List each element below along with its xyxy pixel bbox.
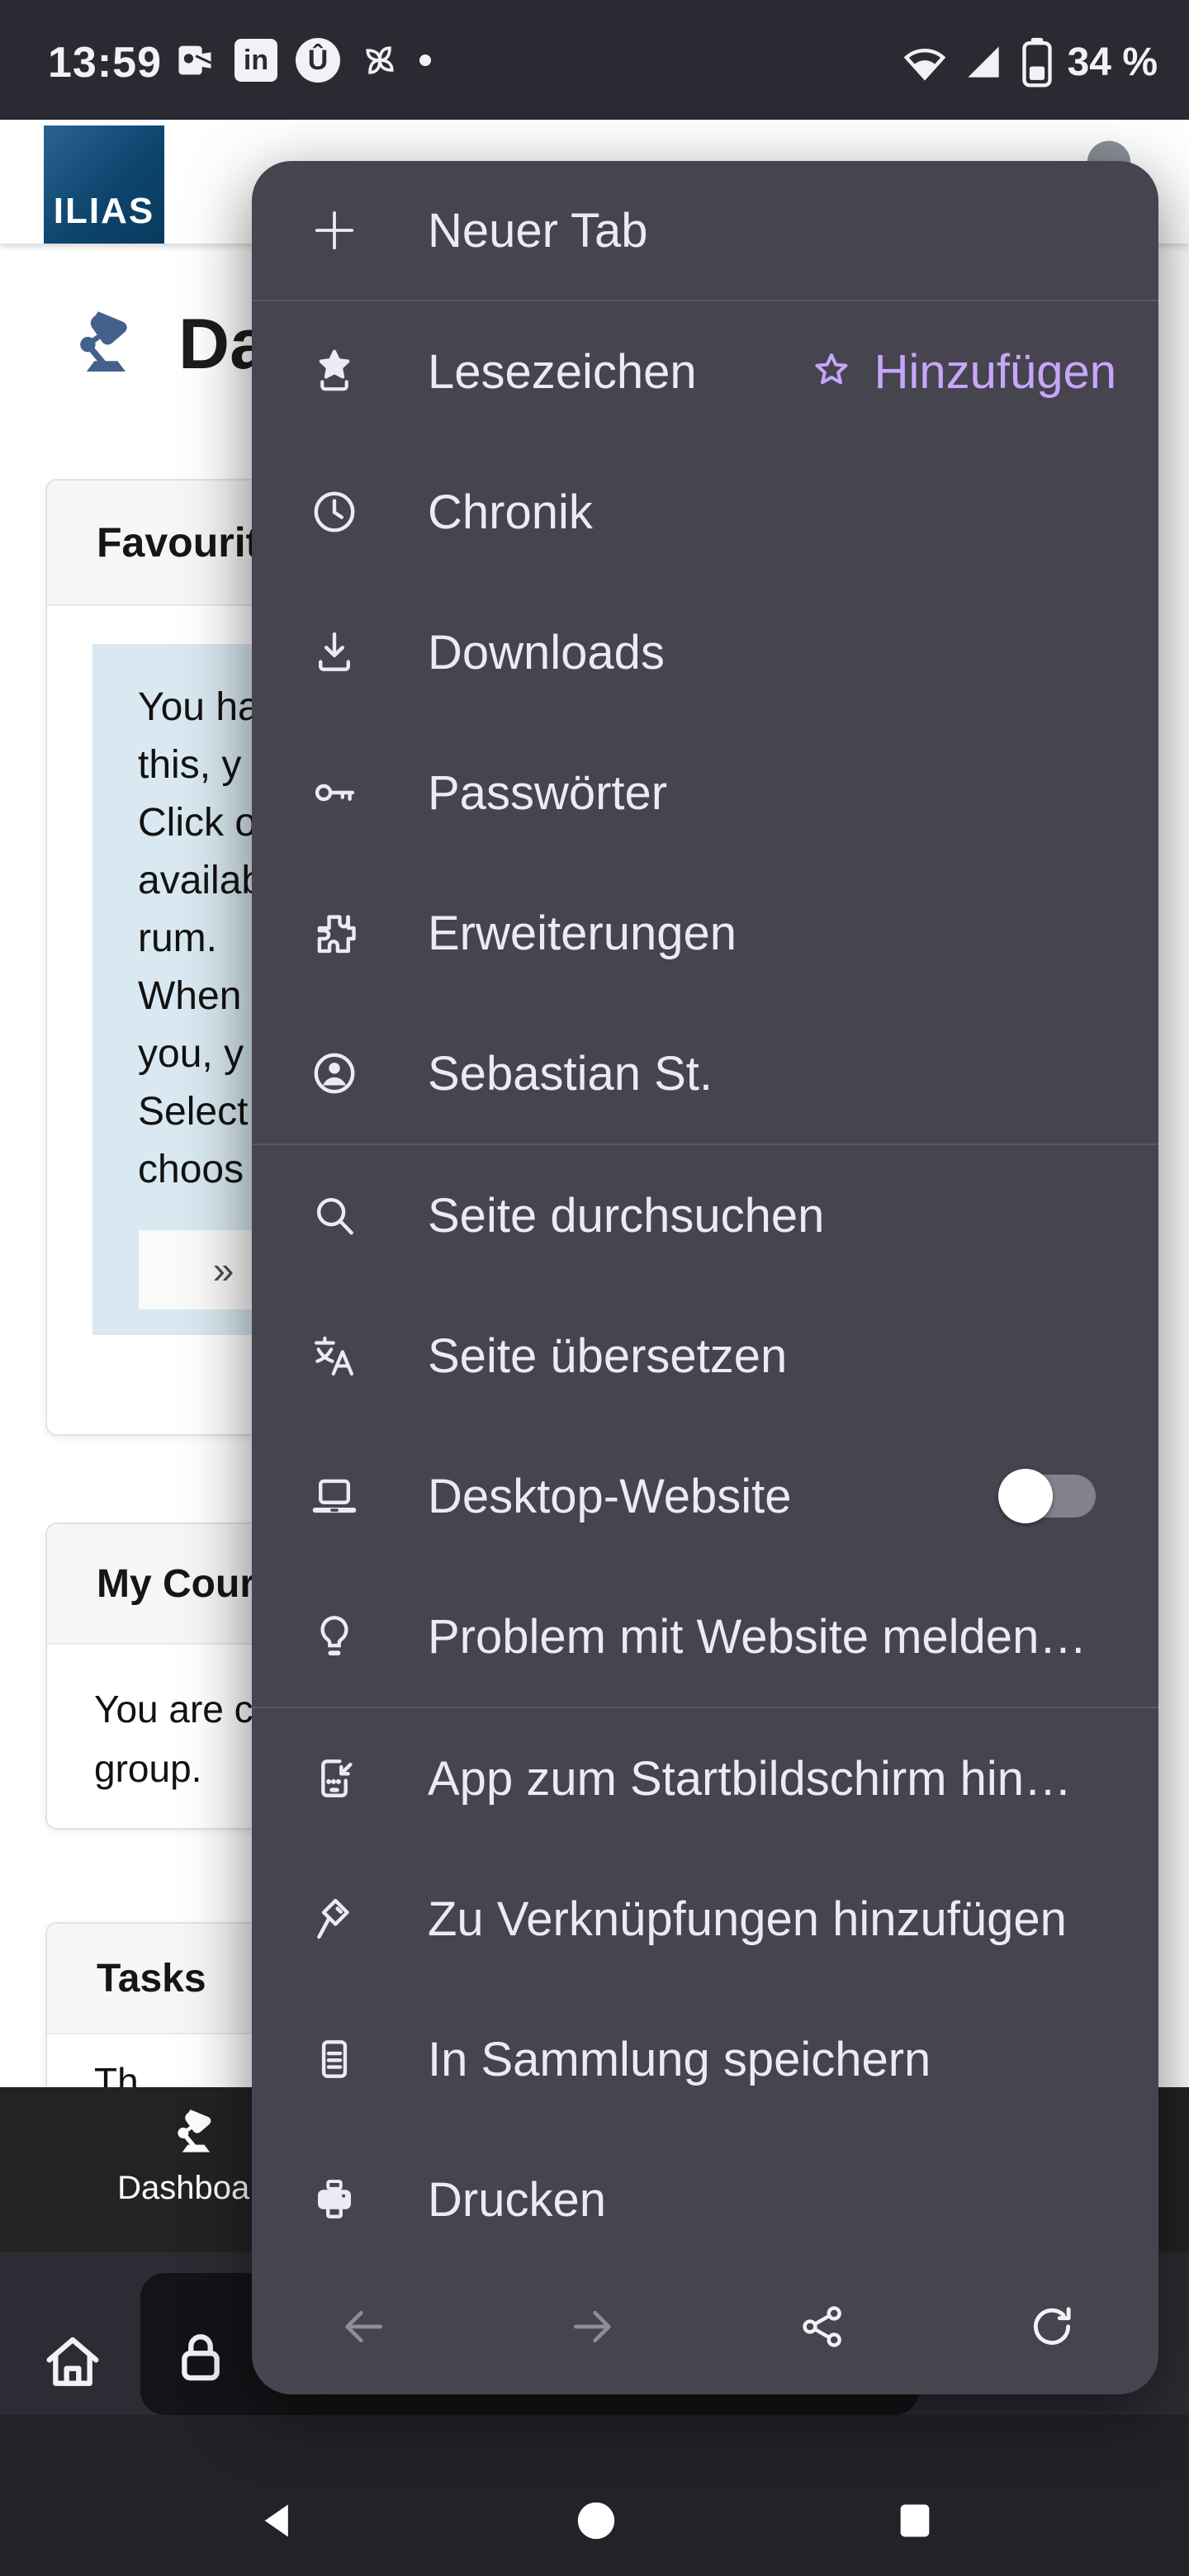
translate-icon	[308, 1329, 361, 1382]
menu-item-label: Erweiterungen	[428, 906, 737, 961]
bookmark-add-label: Hinzufügen	[874, 344, 1116, 400]
menu-item-label: Problem mit Website melden…	[428, 1609, 1087, 1664]
menu-item-downloads[interactable]: Downloads	[252, 582, 1158, 722]
account-circle-icon	[308, 1047, 361, 1100]
bookmark-star-icon	[308, 345, 361, 398]
menu-item-print[interactable]: Drucken	[252, 2129, 1158, 2270]
menu-item-passwords[interactable]: Passwörter	[252, 722, 1158, 863]
menu-item-label: Seite durchsuchen	[428, 1188, 824, 1243]
menu-item-profile[interactable]: Sebastian St.	[252, 1003, 1158, 1144]
menu-item-report-issue[interactable]: Problem mit Website melden…	[252, 1566, 1158, 1707]
menu-item-label: Seite übersetzen	[428, 1328, 787, 1384]
menu-item-label: Sebastian St.	[428, 1046, 713, 1101]
menu-item-add-to-shortcuts[interactable]: Zu Verknüpfungen hinzufügen	[252, 1849, 1158, 1989]
menu-item-add-to-home[interactable]: App zum Startbildschirm hin…	[252, 1708, 1158, 1849]
menu-toolbar	[252, 2270, 1158, 2394]
desktop-site-toggle[interactable]	[998, 1468, 1099, 1524]
recents-square-icon[interactable]	[893, 2498, 936, 2544]
laptop-icon	[308, 1470, 361, 1522]
screen: ILIAS Dashboard Favourites You ha this, …	[0, 0, 1189, 2576]
back-triangle-icon[interactable]	[258, 2498, 301, 2544]
collection-icon	[308, 2033, 361, 2086]
battery-icon	[1018, 36, 1056, 88]
android-nav-bar	[0, 2415, 1189, 2576]
outlook-icon	[173, 39, 216, 82]
search-icon	[308, 1189, 361, 1242]
menu-item-label: Neuer Tab	[428, 203, 648, 258]
printer-icon	[308, 2173, 361, 2226]
browser-overflow-menu: Neuer Tab Lesezeichen Hinzufügen	[252, 161, 1158, 2394]
menu-item-label: Chronik	[428, 485, 593, 540]
menu-item-label: Desktop-Website	[428, 1469, 792, 1524]
download-icon	[308, 626, 361, 679]
menu-item-extensions[interactable]: Erweiterungen	[252, 863, 1158, 1003]
menu-item-label: Passwörter	[428, 765, 667, 821]
share-icon[interactable]	[797, 2301, 848, 2352]
overflow-dot-icon	[419, 54, 431, 66]
back-arrow-icon[interactable]	[338, 2301, 389, 2352]
menu-item-bookmarks[interactable]: Lesezeichen Hinzufügen	[252, 301, 1158, 442]
home-circle-icon[interactable]	[573, 2498, 619, 2544]
lightbulb-icon	[308, 1610, 361, 1663]
bookmark-add-button[interactable]: Hinzufügen	[808, 344, 1116, 400]
menu-item-label: Drucken	[428, 2172, 606, 2228]
circle-u-icon: Û	[296, 38, 340, 83]
menu-item-label: In Sammlung speichern	[428, 2032, 931, 2087]
dashboard-lamp-icon	[66, 305, 152, 385]
key-icon	[308, 766, 361, 819]
menu-item-label: Zu Verknüpfungen hinzufügen	[428, 1892, 1067, 1947]
phone-add-icon	[308, 1752, 361, 1805]
plus-icon	[308, 204, 361, 257]
menu-item-desktop-site[interactable]: Desktop-Website	[252, 1426, 1158, 1566]
menu-item-find-in-page[interactable]: Seite durchsuchen	[252, 1145, 1158, 1286]
notification-icons: in Û	[173, 38, 431, 83]
menu-item-translate[interactable]: Seite übersetzen	[252, 1286, 1158, 1426]
linkedin-icon: in	[234, 39, 277, 82]
favourites-info-text: You ha this, y Click o availab rum. When…	[138, 679, 263, 1199]
forward-arrow-icon[interactable]	[567, 2301, 618, 2352]
puzzle-icon	[308, 907, 361, 959]
clock-icon	[308, 485, 361, 538]
menu-item-label: Lesezeichen	[428, 344, 697, 400]
pin-icon	[308, 1892, 361, 1945]
pinwheel-icon	[358, 39, 401, 82]
menu-item-history[interactable]: Chronik	[252, 442, 1158, 582]
status-bar: 13:59 in Û	[0, 0, 1189, 120]
menu-item-label: App zum Startbildschirm hin…	[428, 1751, 1072, 1807]
toggle-thumb	[998, 1469, 1053, 1523]
clock-text: 13:59	[48, 38, 162, 88]
ilias-logo[interactable]: ILIAS	[44, 125, 164, 244]
menu-item-new-tab[interactable]: Neuer Tab	[252, 161, 1158, 300]
reload-icon[interactable]	[1026, 2301, 1078, 2352]
incognito-lock-icon[interactable]	[169, 2323, 232, 2393]
home-icon[interactable]	[40, 2328, 106, 2394]
menu-item-label: Downloads	[428, 625, 665, 680]
wifi-icon	[901, 38, 949, 86]
signal-icon	[960, 39, 1007, 85]
menu-item-save-to-collection[interactable]: In Sammlung speichern	[252, 1989, 1158, 2129]
system-status-icons: 34 %	[901, 36, 1158, 88]
footer-lamp-icon	[168, 2105, 229, 2162]
ilias-logo-text: ILIAS	[54, 191, 154, 232]
battery-percent-text: 34 %	[1068, 40, 1158, 85]
